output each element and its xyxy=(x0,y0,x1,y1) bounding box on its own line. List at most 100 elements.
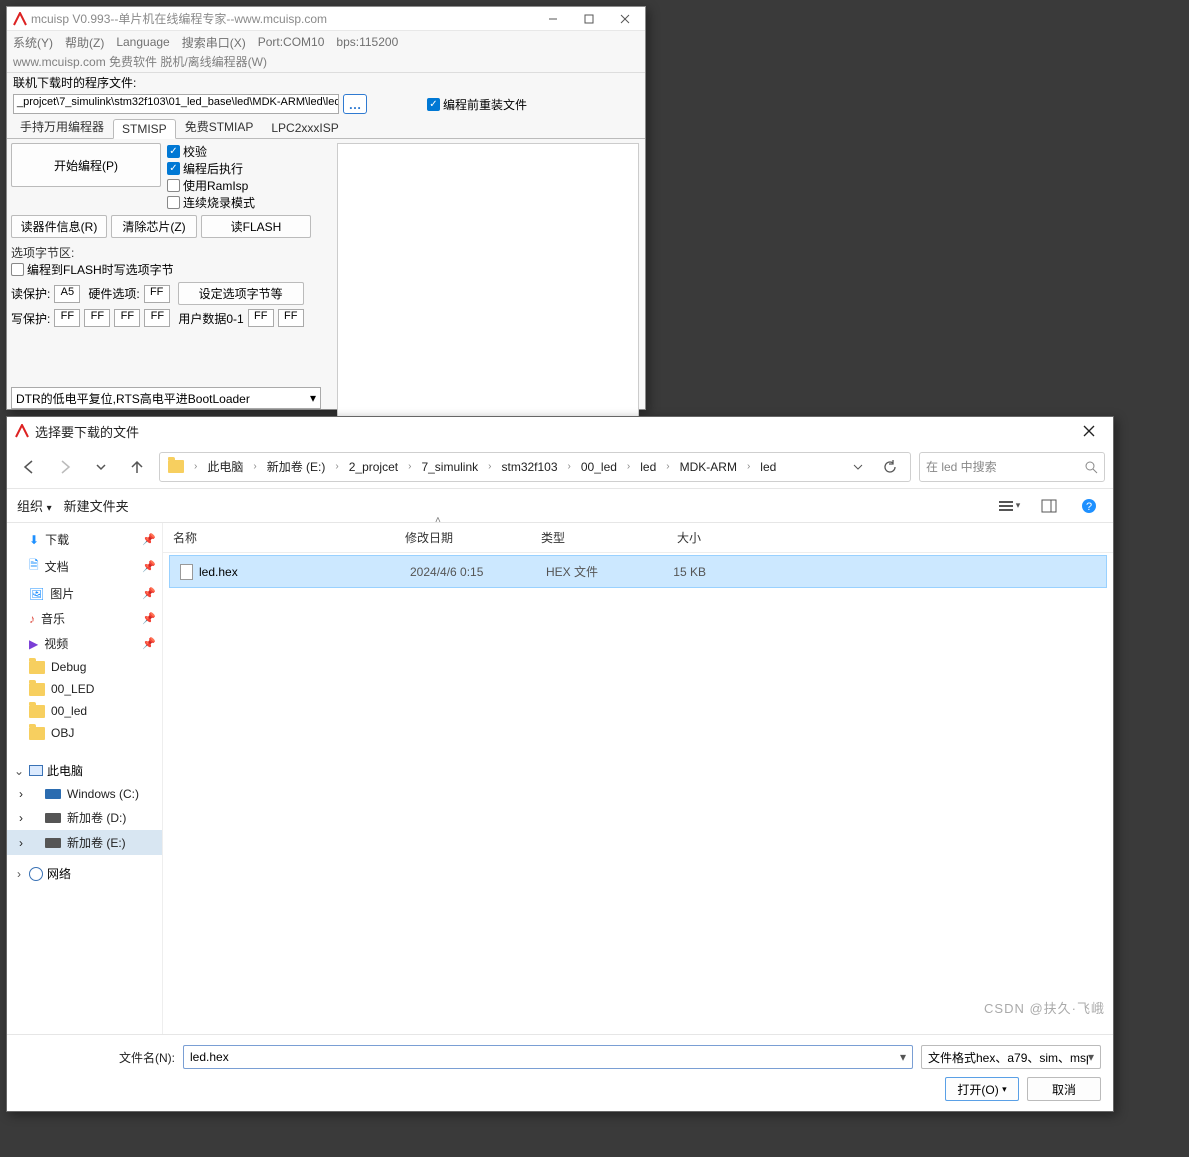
sidebar-item-pc[interactable]: ⌄此电脑 xyxy=(7,758,162,783)
tab-lpc2xxxisp[interactable]: LPC2xxxISP xyxy=(262,118,347,138)
file-open-dialog: 选择要下载的文件 › 此电脑› 新加卷 (E:)› 2_projcet› 7_s… xyxy=(6,416,1114,1112)
crumb-0[interactable]: 此电脑 xyxy=(201,454,249,479)
file-path-input[interactable]: _projcet\7_simulink\stm32f103\01_led_bas… xyxy=(13,94,339,114)
nav-back-button[interactable] xyxy=(15,453,43,481)
col-size[interactable]: 大小 xyxy=(643,523,711,552)
picture-icon: 🖼 xyxy=(29,587,44,601)
addr-dropdown-button[interactable] xyxy=(844,453,872,481)
sidebar-item-debug[interactable]: Debug xyxy=(7,656,162,678)
menu-bps[interactable]: bps:115200 xyxy=(336,35,398,49)
sidebar-item-music[interactable]: ♪音乐📌 xyxy=(7,606,162,631)
erase-button[interactable]: 清除芯片(Z) xyxy=(111,215,197,238)
chk-verify[interactable]: ✓校验 xyxy=(167,143,255,160)
chevron-right-icon: › xyxy=(19,836,23,850)
tab-handheld[interactable]: 手持万用编程器 xyxy=(11,115,113,138)
open-button[interactable]: 打开(O) ▾ xyxy=(945,1077,1019,1101)
nav-recent-button[interactable] xyxy=(87,453,115,481)
wp2[interactable]: FF xyxy=(84,309,110,327)
address-bar[interactable]: › 此电脑› 新加卷 (E:)› 2_projcet› 7_simulink› … xyxy=(159,452,911,482)
new-folder-button[interactable]: 新建文件夹 xyxy=(64,496,129,515)
music-icon: ♪ xyxy=(29,612,35,626)
file-filter-select[interactable]: 文件格式hex、a79、sim、msp ▾ xyxy=(921,1045,1101,1069)
chevron-down-icon: ▾ xyxy=(47,503,52,514)
sidebar-item-downloads[interactable]: ⬇下载📌 xyxy=(7,527,162,552)
crumb-8[interactable]: led xyxy=(754,456,782,478)
chevron-right-icon: › xyxy=(19,787,23,801)
wp4[interactable]: FF xyxy=(144,309,170,327)
prog-options: ✓校验 ✓编程后执行 ✓使用RamIsp ✓连续烧录模式 xyxy=(167,143,255,211)
read-flash-button[interactable]: 读FLASH xyxy=(201,215,311,238)
sidebar-item-documents[interactable]: 🗎文档📌 xyxy=(7,552,162,581)
hwopt-label: 硬件选项: xyxy=(88,285,139,302)
organize-menu[interactable]: 组织 ▾ xyxy=(17,496,52,515)
chk-run-after[interactable]: ✓编程后执行 xyxy=(167,160,255,177)
chk-loop[interactable]: ✓连续烧录模式 xyxy=(167,194,255,211)
crumb-1[interactable]: 新加卷 (E:) xyxy=(261,454,332,479)
sidebar-item-drive-c[interactable]: ›Windows (C:) xyxy=(7,783,162,805)
sidebar-item-network[interactable]: ›网络 xyxy=(7,861,162,886)
readprot-label: 读保护: xyxy=(11,285,50,302)
sidebar-item-00led2[interactable]: 00_led xyxy=(7,700,162,722)
chevron-right-icon: › xyxy=(192,461,199,472)
ud2[interactable]: FF xyxy=(278,309,304,327)
sidebar-item-pictures[interactable]: 🖼图片📌 xyxy=(7,581,162,606)
readprot-input[interactable]: A5 xyxy=(54,285,80,303)
search-input[interactable]: 在 led 中搜索 xyxy=(919,452,1105,482)
crumb-root[interactable] xyxy=(162,456,190,477)
tab-stmisp[interactable]: STMISP xyxy=(113,119,176,139)
menu-system[interactable]: 系统(Y) xyxy=(13,34,53,51)
menu-searchport[interactable]: 搜索串口(X) xyxy=(182,34,246,51)
col-type[interactable]: 类型 xyxy=(531,523,643,552)
sidebar-group-pc: ⌄此电脑 ›Windows (C:) ›新加卷 (D:) ›新加卷 (E:) ›… xyxy=(7,758,162,886)
chk-write-option-bytes[interactable]: ✓编程到FLASH时写选项字节 xyxy=(11,261,174,278)
col-name[interactable]: 名称 xyxy=(163,523,395,552)
start-programming-button[interactable]: 开始编程(P) xyxy=(11,143,161,187)
crumb-2[interactable]: 2_projcet xyxy=(343,456,404,478)
hwopt-input[interactable]: FF xyxy=(144,285,170,303)
crumb-4[interactable]: stm32f103 xyxy=(495,456,563,478)
writeprot-label: 写保护: xyxy=(11,310,50,327)
reload-before-prog-check[interactable]: ✓ 编程前重装文件 xyxy=(427,96,527,113)
menu-help[interactable]: 帮助(Z) xyxy=(65,34,104,51)
sidebar-item-00LED[interactable]: 00_LED xyxy=(7,678,162,700)
sidebar-item-drive-d[interactable]: ›新加卷 (D:) xyxy=(7,805,162,830)
maximize-button[interactable] xyxy=(571,8,607,30)
reset-mode-select[interactable]: DTR的低电平复位,RTS高电平进BootLoader ▾ xyxy=(11,387,321,409)
crumb-3[interactable]: 7_simulink xyxy=(415,456,484,478)
help-button[interactable]: ? xyxy=(1075,492,1103,520)
sidebar-item-videos[interactable]: ▶视频📌 xyxy=(7,631,162,656)
refresh-button[interactable] xyxy=(876,453,904,481)
minimize-button[interactable] xyxy=(535,8,571,30)
checkbox-icon: ✓ xyxy=(427,98,440,111)
read-info-button[interactable]: 读器件信息(R) xyxy=(11,215,107,238)
dialog-close-button[interactable] xyxy=(1069,418,1109,444)
nav-forward-button[interactable] xyxy=(51,453,79,481)
file-row[interactable]: led.hex 2024/4/6 0:15 HEX 文件 15 KB xyxy=(169,555,1107,588)
ud1[interactable]: FF xyxy=(248,309,274,327)
file-label: 联机下载时的程序文件: xyxy=(13,76,136,90)
close-button[interactable] xyxy=(607,8,643,30)
chevron-right-icon: › xyxy=(625,461,632,472)
set-option-bytes-button[interactable]: 设定选项字节等 xyxy=(178,282,304,305)
menu-language[interactable]: Language xyxy=(116,35,169,49)
sidebar-item-obj[interactable]: OBJ xyxy=(7,722,162,744)
col-date[interactable]: 修改日期 xyxy=(395,523,531,552)
wp3[interactable]: FF xyxy=(114,309,140,327)
chk-ramisp[interactable]: ✓使用RamIsp xyxy=(167,177,255,194)
cancel-button[interactable]: 取消 xyxy=(1027,1077,1101,1101)
writeprot-row: 写保护: FF FF FF FF 用户数据0-1 FF FF xyxy=(11,309,331,327)
wp1[interactable]: FF xyxy=(54,309,80,327)
crumb-5[interactable]: 00_led xyxy=(575,456,623,478)
main-pane: 开始编程(P) ✓校验 ✓编程后执行 ✓使用RamIsp ✓连续烧录模式 读器件… xyxy=(7,139,645,423)
log-panel[interactable] xyxy=(337,143,639,419)
crumb-7[interactable]: MDK-ARM xyxy=(674,456,743,478)
view-mode-button[interactable]: ▾ xyxy=(995,492,1023,520)
tab-free-stmiap[interactable]: 免费STMIAP xyxy=(176,115,263,138)
browse-button[interactable]: … xyxy=(343,94,367,114)
menu-port[interactable]: Port:COM10 xyxy=(258,35,325,49)
crumb-6[interactable]: led xyxy=(634,456,662,478)
preview-pane-button[interactable] xyxy=(1035,492,1063,520)
sidebar-item-drive-e[interactable]: ›新加卷 (E:) xyxy=(7,830,162,855)
nav-up-button[interactable] xyxy=(123,453,151,481)
filename-input[interactable]: led.hex ▾ xyxy=(183,1045,913,1069)
